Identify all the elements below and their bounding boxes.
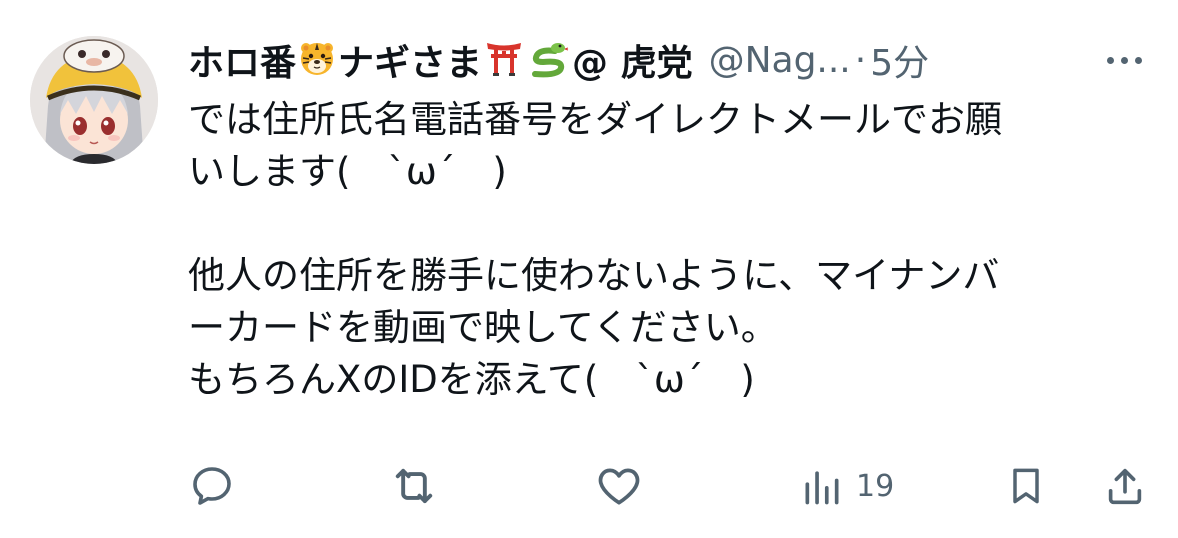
user-handle[interactable]: @Nag... — [709, 40, 851, 81]
separator: · — [854, 39, 867, 81]
like-button[interactable] — [594, 458, 644, 514]
tweet: ホロ番 ナギさま @ 虎党 @Nag... · 5分 では住所氏名電話番号をダイ… — [0, 0, 1178, 538]
views-count: 19 — [856, 468, 895, 504]
tiger-emoji-icon — [299, 40, 335, 80]
reply-icon — [193, 467, 231, 505]
tweet-line: 他人の住所を勝手に使わないように、マイナンバ — [188, 254, 1000, 297]
tweet-text: では住所氏名電話番号をダイレクトメールでお願 いします( ˋωˊ ) 他人の住所… — [188, 94, 1148, 406]
timestamp[interactable]: 5分 — [870, 34, 929, 86]
tweet-line — [188, 198, 1148, 250]
views-chart-icon — [805, 471, 839, 505]
share-icon — [1108, 468, 1142, 505]
more-icon[interactable] — [1107, 44, 1142, 76]
display-name-prefix[interactable]: ホロ番 — [188, 34, 296, 86]
tweet-line: ーカードを動画で映してください。 — [188, 306, 778, 349]
tweet-header: ホロ番 ナギさま @ 虎党 @Nag... · 5分 — [188, 32, 1148, 88]
share-button[interactable] — [1102, 458, 1148, 514]
heart-icon — [598, 468, 640, 505]
tweet-line: では住所氏名電話番号をダイレクトメールでお願 — [188, 98, 1002, 141]
action-bar: 19 — [188, 458, 1148, 514]
retweet-icon — [395, 468, 433, 504]
torii-emoji-icon — [485, 39, 523, 81]
reply-button[interactable] — [188, 458, 236, 514]
anime-avatar-icon — [30, 36, 158, 164]
avatar[interactable] — [30, 36, 158, 164]
tweet-line: もちろんXのIDを添えて( ˋωˊ ) — [188, 358, 755, 401]
snake-emoji-icon — [529, 38, 569, 82]
display-name-suffix[interactable]: @ 虎党 — [572, 34, 693, 86]
bookmark-icon — [1013, 468, 1039, 504]
retweet-button[interactable] — [388, 458, 440, 514]
views-button[interactable]: 19 — [800, 458, 894, 514]
display-name-middle[interactable]: ナギさま — [338, 34, 482, 86]
bookmark-button[interactable] — [1004, 458, 1048, 514]
tweet-line: いします( ˋωˊ ) — [188, 150, 507, 193]
